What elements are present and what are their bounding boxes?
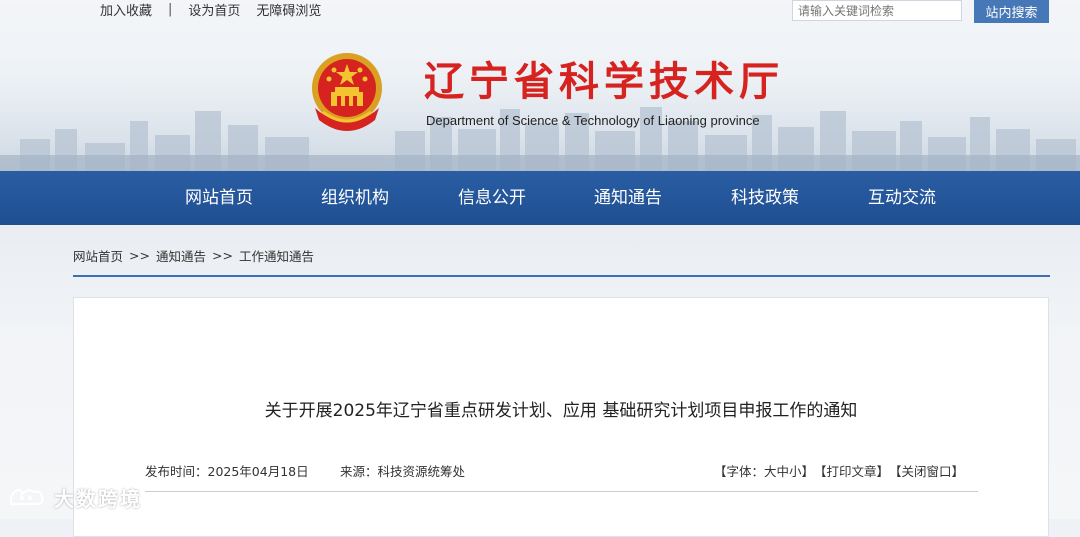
- breadcrumb: 网站首页 >> 通知通告 >> 工作通知通告: [73, 246, 314, 265]
- watermark: 大数跨境: [8, 484, 142, 511]
- close-window-button[interactable]: 【关闭窗口】: [889, 461, 964, 480]
- national-emblem-icon: [312, 53, 382, 131]
- print-article-button[interactable]: 【打印文章】: [814, 461, 889, 480]
- article-title: 关于开展2025年辽宁省重点研发计划、应用 基础研究计划项目申报工作的通知: [264, 401, 858, 421]
- site-subtitle: Department of Science & Technology of Li…: [426, 113, 760, 128]
- nav-item-organization[interactable]: 组织机构: [321, 171, 389, 225]
- breadcrumb-notices[interactable]: 通知通告: [156, 246, 206, 265]
- set-homepage-link[interactable]: 设为首页: [188, 0, 240, 19]
- nav-item-home[interactable]: 网站首页: [185, 171, 253, 225]
- breadcrumb-separator: >>: [129, 248, 150, 263]
- top-links-separator: |: [168, 1, 173, 17]
- font-size-control[interactable]: 【字体：大中小】: [714, 461, 814, 480]
- header: 加入收藏 | 设为首页 无障碍浏览 站内搜索 辽宁省科学技术厅 Departme…: [0, 0, 1080, 171]
- article-date: 发布时间：2025年04月18日: [145, 464, 309, 479]
- search-button[interactable]: 站内搜索: [974, 0, 1049, 23]
- article-source: 来源：科技资源统筹处: [340, 464, 466, 479]
- article-tools: 【字体：大中小】 【打印文章】 【关闭窗口】: [714, 461, 964, 480]
- breadcrumb-divider: [73, 275, 1050, 277]
- breadcrumb-home[interactable]: 网站首页: [73, 246, 123, 265]
- watermark-text: 大数跨境: [54, 486, 142, 511]
- nav-item-notices[interactable]: 通知通告: [594, 171, 662, 225]
- nav-item-policy[interactable]: 科技政策: [731, 171, 799, 225]
- search-input[interactable]: [792, 0, 962, 21]
- nav-item-info-disclosure[interactable]: 信息公开: [458, 171, 526, 225]
- watermark-logo-icon: [9, 488, 44, 506]
- top-links: 加入收藏 | 设为首页 无障碍浏览: [100, 0, 321, 19]
- meta-divider: [145, 491, 978, 492]
- site-title: 辽宁省科学技术厅: [424, 59, 784, 105]
- breadcrumb-separator: >>: [211, 248, 233, 263]
- breadcrumb-current[interactable]: 工作通知通告: [239, 246, 314, 265]
- accessible-browse-link[interactable]: 无障碍浏览: [256, 0, 321, 19]
- nav-item-interaction[interactable]: 互动交流: [868, 171, 936, 225]
- add-favorite-link[interactable]: 加入收藏: [100, 0, 152, 19]
- main-nav: 网站首页 组织机构 信息公开 通知通告 科技政策 互动交流: [0, 171, 1080, 225]
